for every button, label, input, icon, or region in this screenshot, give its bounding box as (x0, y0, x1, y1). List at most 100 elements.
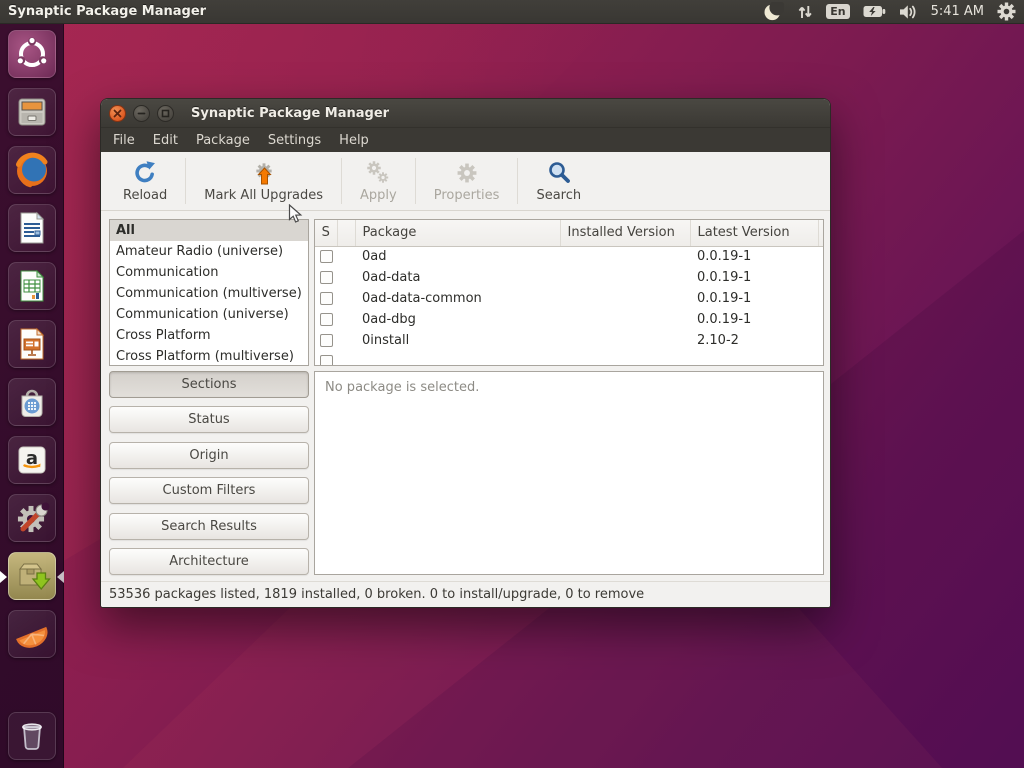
section-item[interactable]: Cross Platform (multiverse) (110, 346, 308, 366)
column-header-package[interactable]: Package (355, 220, 560, 246)
properties-button[interactable]: Properties (418, 152, 516, 210)
synaptic-window: Synaptic Package Manager File Edit Packa… (100, 98, 831, 608)
window-content: All Amateur Radio (universe) Communicati… (101, 211, 830, 581)
package-checkbox[interactable] (320, 292, 333, 305)
firefox-icon (12, 150, 52, 190)
column-header-installed-version[interactable]: Installed Version (560, 220, 690, 246)
search-results-button[interactable]: Search Results (109, 513, 309, 540)
menu-file[interactable]: File (104, 131, 144, 150)
custom-filters-button[interactable]: Custom Filters (109, 477, 309, 504)
origin-filter-button[interactable]: Origin (109, 442, 309, 469)
toolbar-separator (415, 158, 416, 204)
launcher-item-file-manager[interactable] (8, 88, 56, 136)
launcher-item-libreoffice-calc[interactable] (8, 262, 56, 310)
package-table: S Package Installed Version Latest Versi… (314, 219, 824, 366)
desktop: Synaptic Package Manager En 5:41 AM (0, 0, 1024, 768)
crescent-icon[interactable] (763, 2, 784, 21)
reload-label: Reload (123, 188, 167, 203)
section-item[interactable]: Amateur Radio (universe) (110, 241, 308, 262)
details-pane: No package is selected. (314, 371, 824, 575)
no-selection-text: No package is selected. (325, 380, 479, 395)
apply-label: Apply (360, 188, 397, 203)
menu-package[interactable]: Package (187, 131, 259, 150)
close-button[interactable] (109, 105, 126, 122)
apply-button[interactable]: Apply (344, 152, 413, 210)
close-icon (113, 109, 122, 118)
mark-all-upgrades-button[interactable]: Mark All Upgrades (188, 152, 339, 210)
minimize-icon (137, 109, 146, 118)
menu-settings[interactable]: Settings (259, 131, 330, 150)
magnifier-icon (546, 160, 572, 186)
maximize-button[interactable] (157, 105, 174, 122)
section-item[interactable]: Cross Platform (110, 325, 308, 346)
launcher-item-libreoffice-writer[interactable] (8, 204, 56, 252)
sections-list: All Amateur Radio (universe) Communicati… (109, 219, 309, 366)
gears-icon (365, 160, 391, 186)
package-checkbox[interactable] (320, 355, 333, 366)
gear-up-arrow-icon (251, 160, 277, 186)
section-item[interactable]: Communication (universe) (110, 304, 308, 325)
column-header-description[interactable]: D (818, 220, 823, 246)
column-header-latest-version[interactable]: Latest Version (690, 220, 818, 246)
menubar: File Edit Package Settings Help (101, 128, 830, 152)
properties-label: Properties (434, 188, 500, 203)
package-checkbox[interactable] (320, 271, 333, 284)
table-row[interactable]: 0install 2.10-2 cr (315, 330, 823, 351)
section-item[interactable]: Communication (multiverse) (110, 283, 308, 304)
impress-presentation-icon (12, 324, 52, 364)
clock[interactable]: 5:41 AM (931, 4, 984, 19)
launcher-item-system-settings[interactable] (8, 494, 56, 542)
column-header-status[interactable]: S (315, 220, 337, 246)
shopping-bag-icon (12, 382, 52, 422)
table-row[interactable]: 0ad-dbg 0.0.19-1 R (315, 309, 823, 330)
maximize-icon (161, 109, 170, 118)
menu-help[interactable]: Help (330, 131, 378, 150)
session-gear-icon[interactable] (997, 2, 1016, 21)
section-item-all[interactable]: All (110, 220, 308, 241)
menu-edit[interactable]: Edit (144, 131, 187, 150)
table-row-partial[interactable] (315, 351, 823, 366)
table-row[interactable]: 0ad-data 0.0.19-1 R (315, 267, 823, 288)
battery-charging-icon[interactable] (863, 4, 886, 19)
launcher-item-amazon[interactable]: a (8, 436, 56, 484)
unity-launcher: a (0, 24, 64, 768)
package-checkbox[interactable] (320, 250, 333, 263)
reload-button[interactable]: Reload (107, 152, 183, 210)
table-row[interactable]: 0ad-data-common 0.0.19-1 R (315, 288, 823, 309)
volume-icon[interactable] (899, 4, 918, 20)
launcher-item-synaptic-package-manager[interactable] (8, 552, 56, 600)
amazon-icon: a (12, 440, 52, 480)
ubuntu-logo-icon (12, 34, 52, 74)
sections-filter-button[interactable]: Sections (109, 371, 309, 398)
package-checkbox[interactable] (320, 313, 333, 326)
toolbar-separator (517, 158, 518, 204)
active-app-title: Synaptic Package Manager (8, 4, 206, 19)
keyboard-layout-indicator[interactable]: En (826, 4, 849, 19)
search-label: Search (536, 188, 581, 203)
reload-icon (132, 160, 158, 186)
orange-slice-icon (12, 614, 52, 654)
minimize-button[interactable] (133, 105, 150, 122)
toolbar-separator (185, 158, 186, 204)
launcher-item-orange-media-app[interactable] (8, 610, 56, 658)
architecture-button[interactable]: Architecture (109, 548, 309, 575)
mark-all-upgrades-label: Mark All Upgrades (204, 188, 323, 203)
window-titlebar[interactable]: Synaptic Package Manager (101, 99, 830, 128)
table-row[interactable]: 0ad 0.0.19-1 R (315, 246, 823, 267)
section-item[interactable]: Communication (110, 262, 308, 283)
launcher-item-firefox[interactable] (8, 146, 56, 194)
package-checkbox[interactable] (320, 334, 333, 347)
gear-wrench-icon (12, 498, 52, 538)
launcher-item-software-center[interactable] (8, 378, 56, 426)
toolbar-separator (341, 158, 342, 204)
launcher-item-trash[interactable] (8, 712, 56, 760)
launcher-item-libreoffice-impress[interactable] (8, 320, 56, 368)
status-filter-button[interactable]: Status (109, 406, 309, 433)
column-header-icon[interactable] (337, 220, 355, 246)
search-button[interactable]: Search (520, 152, 597, 210)
file-cabinet-icon (12, 92, 52, 132)
status-bar: 53536 packages listed, 1819 installed, 0… (101, 581, 830, 607)
sync-arrows-icon[interactable] (797, 4, 813, 20)
trash-bin-icon (12, 716, 52, 756)
launcher-item-ubuntu-dash[interactable] (8, 30, 56, 78)
